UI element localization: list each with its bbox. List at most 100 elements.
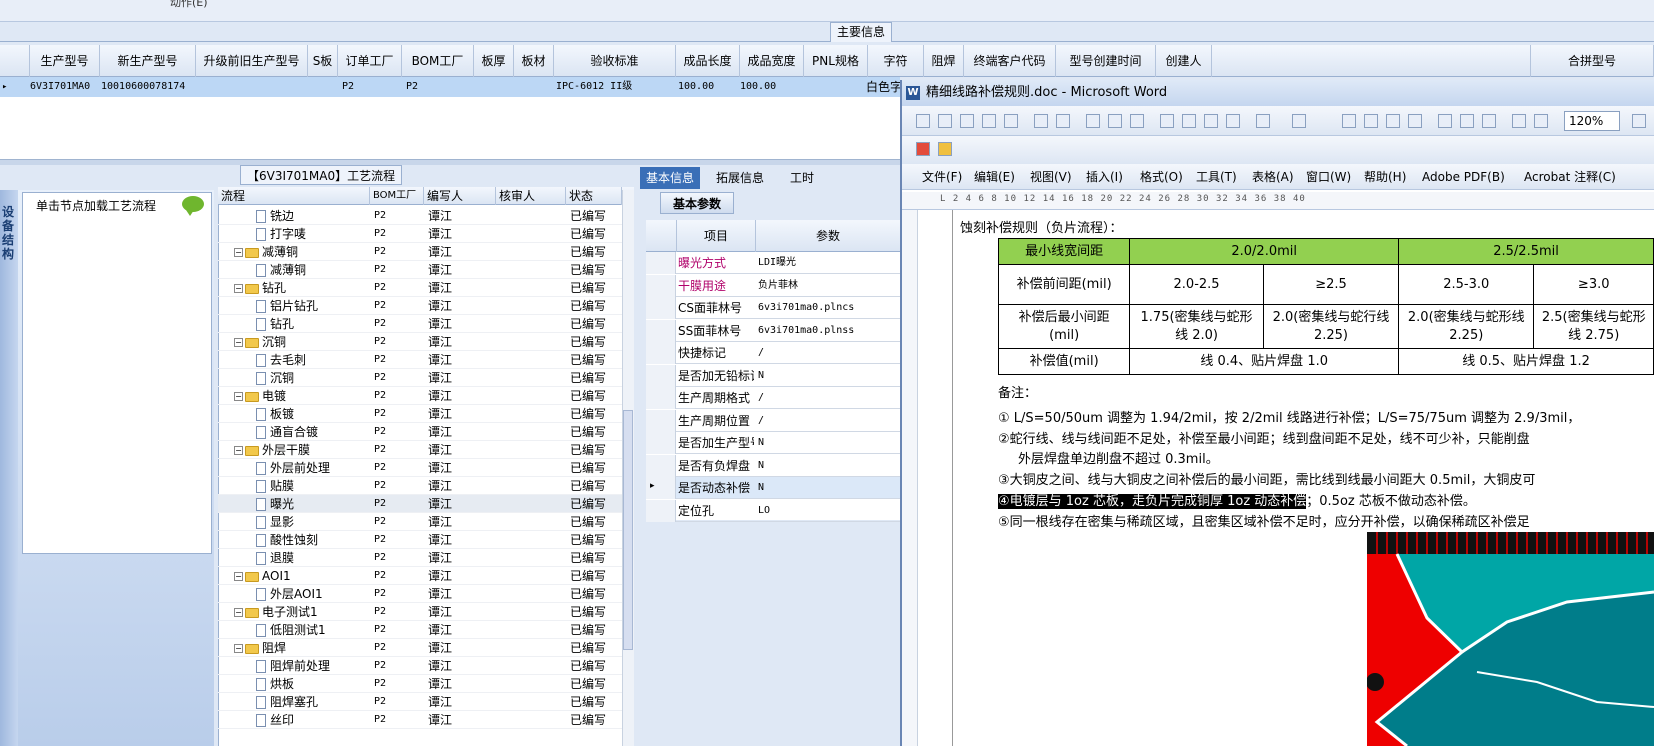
prop-value[interactable]: LDI曝光 [758,252,898,274]
tree-row[interactable]: 显影 P2 谭江 已编写 [218,513,622,531]
prop-value[interactable]: / [758,387,898,409]
collapse-icon[interactable]: − [234,446,243,455]
tree-row[interactable]: − 钻孔 P2 谭江 已编写 [218,279,622,297]
prop-value[interactable]: / [758,342,898,364]
prop-value[interactable]: 6v3i701ma0.plncs [758,297,898,319]
tree-row[interactable]: 铝片钻孔 P2 谭江 已编写 [218,297,622,315]
col-solder-mask[interactable]: 阻焊 [924,45,964,77]
tree-col-reviewer[interactable]: 核审人 [496,187,566,205]
col-customer-code[interactable]: 终端客户代码 [964,45,1056,77]
prop-value[interactable]: N [758,365,898,387]
col-width[interactable]: 成品宽度 [740,45,804,77]
prop-row[interactable]: ▸ 是否动态补偿 N [646,477,900,499]
research-icon[interactable] [1108,114,1122,128]
tree-row[interactable]: 贴膜 P2 谭江 已编写 [218,477,622,495]
prop-row[interactable]: 是否加无铅标记 N [646,364,900,387]
show-hide-icon[interactable] [1512,114,1526,128]
tree-row[interactable]: 外层AOI1 P2 谭江 已编写 [218,585,622,603]
tables-borders-icon[interactable] [1364,114,1378,128]
doc-map-icon[interactable] [1482,114,1496,128]
prop-row[interactable]: 曝光方式 LDI曝光 [646,252,900,274]
tree-row[interactable]: 低阻测试1 P2 谭江 已编写 [218,621,622,639]
prop-value[interactable]: 负片菲林 [758,275,898,297]
horizontal-splitter[interactable] [0,159,900,165]
col-pnl[interactable]: PNL规格 [804,45,868,77]
new-doc-icon[interactable] [916,114,930,128]
collapse-icon[interactable]: − [234,338,243,347]
drawing-icon[interactable] [1460,114,1474,128]
prop-row[interactable]: 是否加生产型号 N [646,432,900,454]
collapse-icon[interactable]: − [234,608,243,617]
vertical-ruler[interactable] [902,210,918,746]
email-icon[interactable] [1004,114,1018,128]
tree-row[interactable]: 沉铜 P2 谭江 已编写 [218,369,622,387]
tab-extended-info[interactable]: 拓展信息 [710,167,770,189]
col-create-time[interactable]: 型号创建时间 [1056,45,1156,77]
copy-icon[interactable] [1182,114,1196,128]
menu-adobe-pdf[interactable]: Adobe PDF(B) [1422,164,1505,190]
note-4-highlight[interactable]: ④电镀层与 1oz 芯板，走负片完成铜厚 1oz 动态补偿 [998,494,1307,509]
tree-row[interactable]: − AOI1 P2 谭江 已编写 [218,567,622,585]
open-icon[interactable] [938,114,952,128]
tree-row[interactable]: 酸性蚀刻 P2 谭江 已编写 [218,531,622,549]
format-painter-icon[interactable] [1226,114,1240,128]
help-icon[interactable] [1632,114,1646,128]
tree-col-status[interactable]: 状态 [566,187,622,205]
reading-icon[interactable] [1534,114,1548,128]
collapse-icon[interactable]: − [234,572,243,581]
tree-row[interactable]: 丝印 P2 谭江 已编写 [218,711,622,729]
tree-scroll-thumb[interactable] [623,410,633,650]
prop-row[interactable]: 定位孔 LO [646,499,900,522]
tree-row[interactable]: − 沉铜 P2 谭江 已编写 [218,333,622,351]
translate-icon[interactable] [1130,114,1144,128]
print-icon[interactable] [1034,114,1048,128]
prop-value[interactable]: N [758,432,898,454]
left-collapse-strip[interactable] [0,190,18,746]
prop-row[interactable]: 生产周期格式 / [646,387,900,409]
col-standard[interactable]: 验收标准 [554,45,676,77]
prop-row[interactable]: 干膜用途 负片菲林 [646,274,900,297]
menu-format[interactable]: 格式(O) [1140,164,1183,190]
tree-row[interactable]: 铣边 P2 谭江 已编写 [218,207,622,225]
menu-table[interactable]: 表格(A) [1252,164,1294,190]
prop-row[interactable]: CS面菲林号 6v3i701ma0.plncs [646,297,900,319]
col-length[interactable]: 成品长度 [676,45,740,77]
tree-row[interactable]: − 减薄铜 P2 谭江 已编写 [218,243,622,261]
hyperlink-icon[interactable] [1342,114,1356,128]
pcb-image[interactable] [1367,532,1654,746]
table-row[interactable]: ▸ 6V3I701MA0 10010600078174 P2 P2 IPC-60… [0,77,902,97]
tree-row[interactable]: − 电子测试1 P2 谭江 已编写 [218,603,622,621]
menu-insert[interactable]: 插入(I) [1086,164,1123,190]
col-new-model[interactable]: 新生产型号 [100,45,196,77]
tree-row[interactable]: 去毛刺 P2 谭江 已编写 [218,351,622,369]
tab-work-hours[interactable]: 工时 [784,167,820,189]
tree-row[interactable]: 阻焊塞孔 P2 谭江 已编写 [218,693,622,711]
pdf-email-icon[interactable] [938,142,952,156]
pdf-convert-icon[interactable] [916,142,930,156]
paste-icon[interactable] [1204,114,1218,128]
tree-row[interactable]: 板镀 P2 谭江 已编写 [218,405,622,423]
prop-row[interactable]: 快捷标记 / [646,342,900,364]
col-bom-factory[interactable]: BOM工厂 [402,45,474,77]
tree-row[interactable]: 阻焊前处理 P2 谭江 已编写 [218,657,622,675]
menu-help[interactable]: 帮助(H) [1364,164,1406,190]
prop-value[interactable]: LO [758,500,898,522]
col-order-factory[interactable]: 订单工厂 [338,45,402,77]
col-merge-model[interactable]: 合拼型号 [1530,45,1654,77]
word-app-icon[interactable]: W [906,86,920,100]
prop-row[interactable]: 是否有负焊盘 N [646,454,900,477]
save-icon[interactable] [960,114,974,128]
tree-row[interactable]: 打字唛 P2 谭江 已编写 [218,225,622,243]
collapse-icon[interactable]: − [234,248,243,257]
tree-row[interactable]: 曝光 P2 谭江 已编写 [218,495,622,513]
menu-window[interactable]: 窗口(W) [1306,164,1351,190]
tree-col-author[interactable]: 编写人 [424,187,496,205]
insert-table-icon[interactable] [1386,114,1400,128]
tree-row[interactable]: − 外层干膜 P2 谭江 已编写 [218,441,622,459]
prop-value[interactable]: N [758,477,898,499]
prop-row[interactable]: SS面菲林号 6v3i701ma0.plnss [646,319,900,342]
col-char[interactable]: 字符 [868,45,924,77]
collapse-icon[interactable]: − [234,644,243,653]
prop-value[interactable]: 6v3i701ma0.plnss [758,320,898,342]
zoom-select[interactable]: 120% [1564,111,1620,131]
